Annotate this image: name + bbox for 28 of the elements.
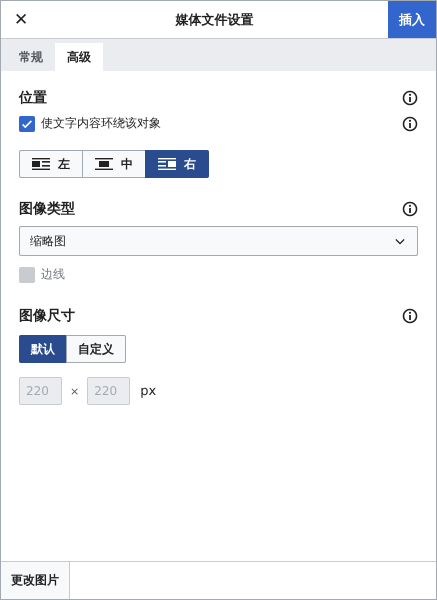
size-mode-button[interactable]: 自定义 [66,335,126,363]
info-icon[interactable] [402,90,418,106]
align-button[interactable]: 右 [145,150,209,178]
checkbox-label: 边线 [41,266,65,283]
window-title: 媒体文件设置 [174,12,254,28]
info-icon[interactable] [402,308,418,324]
align-button[interactable]: 左 [19,150,83,178]
section-heading: 图像尺寸 [19,307,75,325]
times-sign: × [70,384,80,398]
tab[interactable]: 高级 [55,43,103,71]
tab[interactable]: 常规 [7,43,55,71]
align-icon [158,158,176,170]
info-icon[interactable] [402,201,418,217]
section-heading: 位置 [19,89,47,107]
align-button[interactable]: 中 [82,150,146,178]
change-image-button[interactable]: 更改图片 [1,562,70,599]
insert-button[interactable]: 插入 [388,1,436,38]
align-icon [32,158,50,170]
align-icon [95,158,113,170]
close-button[interactable]: ✕ [1,1,41,38]
checkbox-label: 使文字内容环绕该对象 [41,115,161,132]
section-heading: 图像类型 [19,200,75,218]
info-icon[interactable] [402,116,418,132]
checkbox[interactable] [19,116,35,132]
unit-label: px [140,384,156,398]
chevron-down-icon [395,238,405,244]
size-mode-button[interactable]: 默认 [19,335,67,363]
image-type-dropdown[interactable]: 缩略图 [19,226,418,256]
